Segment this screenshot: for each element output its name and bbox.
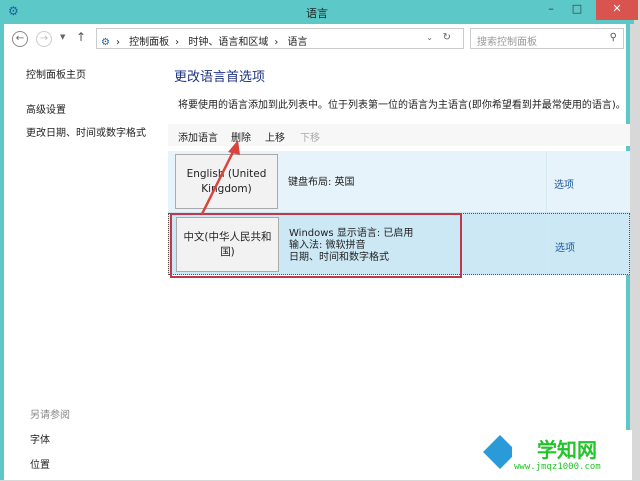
see-also-fonts[interactable]: 字体 xyxy=(30,431,70,446)
watermark-url: www.jmqz1000.com xyxy=(514,462,601,472)
watermark: 学知网 www.jmqz1000.com xyxy=(512,430,632,480)
annotation-arrow xyxy=(200,140,240,215)
see-also: 另请参阅 字体 位置 xyxy=(30,406,70,481)
watermark-name: 学知网 xyxy=(537,438,597,462)
see-also-title: 另请参阅 xyxy=(30,410,70,421)
see-also-location[interactable]: 位置 xyxy=(30,456,70,471)
